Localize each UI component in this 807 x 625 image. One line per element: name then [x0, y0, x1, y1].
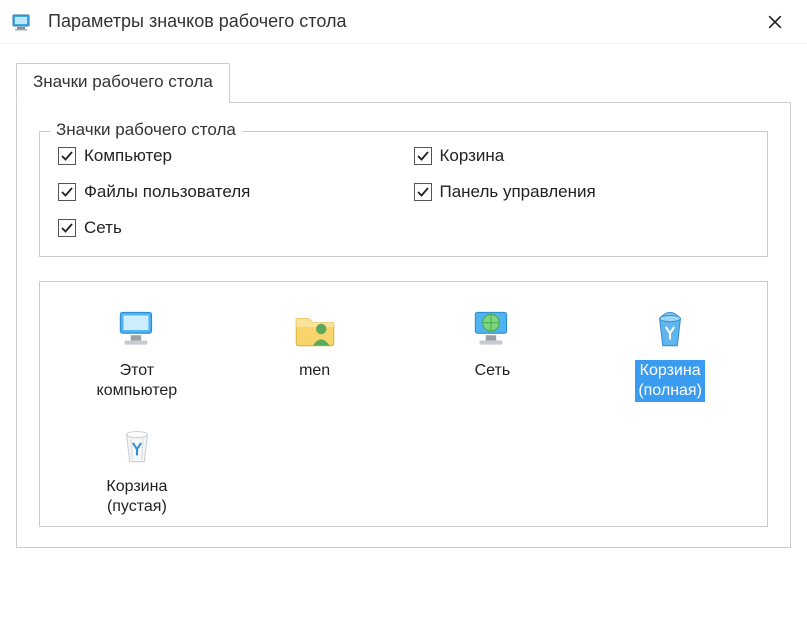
recycle-bin-full-icon: [645, 304, 695, 354]
checkbox-control-panel[interactable]: Панель управления: [414, 182, 750, 202]
window-title: Параметры значков рабочего стола: [48, 11, 753, 32]
client-area: Значки рабочего стола Значки рабочего ст…: [0, 44, 807, 548]
close-button[interactable]: [753, 0, 797, 44]
checkbox-network[interactable]: Сеть: [58, 218, 394, 238]
icon-preview-box: Этот компьютер men: [39, 281, 768, 527]
checkbox-label: Панель управления: [440, 182, 596, 202]
checkmark-icon: [58, 147, 76, 165]
icon-label: Корзина (пустая): [103, 476, 170, 518]
icon-item-user-folder[interactable]: men: [245, 298, 385, 406]
user-folder-icon: [290, 304, 340, 354]
checkmark-icon: [414, 183, 432, 201]
checkbox-label: Корзина: [440, 146, 505, 166]
icon-label: Корзина (полная): [635, 360, 705, 402]
tab-desktop-icons[interactable]: Значки рабочего стола: [16, 63, 230, 103]
app-icon: [10, 10, 34, 34]
checkmark-icon: [58, 219, 76, 237]
icon-label: Сеть: [472, 360, 514, 382]
tabstrip: Значки рабочего стола: [16, 62, 791, 103]
titlebar: Параметры значков рабочего стола: [0, 0, 807, 44]
icon-label: Этот компьютер: [94, 360, 181, 402]
checkbox-label: Файлы пользователя: [84, 182, 250, 202]
checkmark-icon: [414, 147, 432, 165]
computer-icon: [112, 304, 162, 354]
checkbox-recycle-bin[interactable]: Корзина: [414, 146, 750, 166]
icon-label: men: [296, 360, 333, 382]
checkbox-user-files[interactable]: Файлы пользователя: [58, 182, 394, 202]
network-icon: [467, 304, 517, 354]
icon-item-network[interactable]: Сеть: [422, 298, 562, 406]
checkbox-computer[interactable]: Компьютер: [58, 146, 394, 166]
tab-label: Значки рабочего стола: [33, 72, 213, 91]
group-desktop-icons: Значки рабочего стола Компьютер Корзина: [39, 131, 768, 257]
checkbox-label: Компьютер: [84, 146, 172, 166]
icon-item-recycle-full[interactable]: Корзина (полная): [600, 298, 740, 406]
tab-panel: Значки рабочего стола Компьютер Корзина: [16, 103, 791, 548]
checkmark-icon: [58, 183, 76, 201]
recycle-bin-empty-icon: [112, 420, 162, 470]
checkbox-label: Сеть: [84, 218, 122, 238]
icon-item-this-pc[interactable]: Этот компьютер: [67, 298, 207, 406]
group-legend: Значки рабочего стола: [50, 120, 242, 140]
icon-item-recycle-empty[interactable]: Корзина (пустая): [67, 414, 207, 522]
